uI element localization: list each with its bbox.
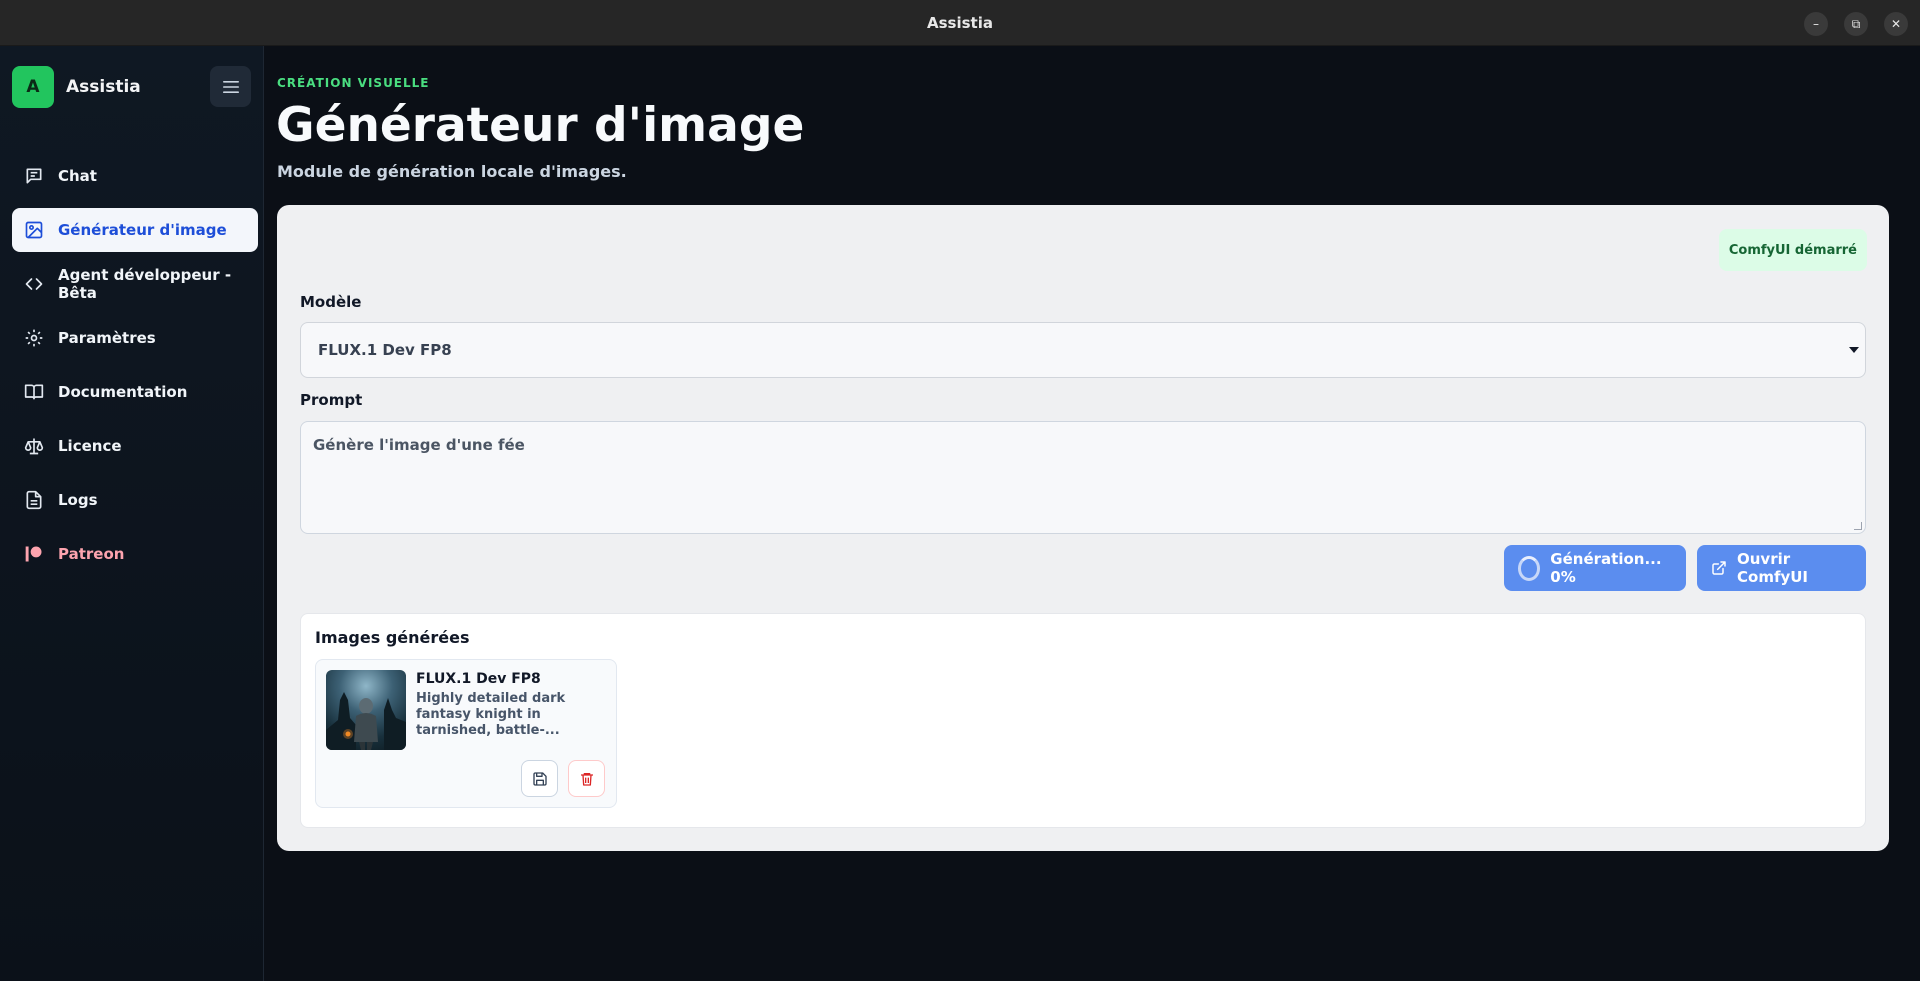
model-select[interactable]: FLUX.1 Dev FP8: [300, 322, 1866, 378]
prompt-value: Génère l'image d'une fée: [313, 436, 525, 454]
model-select-value: FLUX.1 Dev FP8: [318, 341, 452, 359]
prompt-label: Prompt: [300, 391, 363, 409]
sidebar-item-label: Patreon: [58, 545, 125, 563]
brand-name: Assistia: [66, 77, 141, 97]
minimize-button[interactable]: –: [1804, 12, 1828, 36]
page-title: Générateur d'image: [276, 98, 805, 153]
patreon-icon: [24, 544, 44, 564]
save-image-button[interactable]: [521, 760, 558, 797]
status-badge: ComfyUI démarré: [1718, 229, 1867, 271]
sidebar-item-label: Générateur d'image: [58, 221, 227, 239]
avatar: A: [12, 66, 54, 108]
book-icon: [24, 382, 44, 402]
resize-handle[interactable]: [1854, 522, 1862, 530]
delete-image-button[interactable]: [568, 760, 605, 797]
generator-panel: ComfyUI démarré Modèle FLUX.1 Dev FP8 Pr…: [277, 205, 1889, 851]
code-icon: [24, 274, 44, 294]
model-label: Modèle: [300, 293, 362, 311]
open-comfyui-button[interactable]: Ouvrir ComfyUI: [1697, 545, 1866, 591]
window-title: Assistia: [927, 13, 993, 32]
open-comfyui-label: Ouvrir ComfyUI: [1737, 550, 1809, 586]
gear-icon: [24, 328, 44, 348]
sidebar-item-license[interactable]: Licence: [12, 424, 258, 468]
file-icon: [24, 490, 44, 510]
close-button[interactable]: ✕: [1884, 12, 1908, 36]
external-link-icon: [1712, 561, 1726, 575]
window-titlebar: Assistia – ⧉ ✕: [0, 0, 1920, 46]
sidebar-item-label: Logs: [58, 491, 98, 509]
sidebar-nav: Chat Générateur d'image Agent développeu…: [12, 154, 258, 586]
image-thumbnail[interactable]: [326, 670, 406, 750]
menu-toggle-button[interactable]: [210, 66, 251, 107]
sidebar: A Assistia Chat Générateur d'image Agent: [0, 46, 264, 981]
sidebar-item-label: Agent développeur - Bêta: [58, 266, 232, 302]
sidebar-item-developer-agent[interactable]: Agent développeur - Bêta: [12, 262, 258, 306]
image-card: FLUX.1 Dev FP8 Highly detailed dark fant…: [315, 659, 617, 808]
save-icon: [532, 771, 547, 786]
sidebar-item-logs[interactable]: Logs: [12, 478, 258, 522]
page-subtitle: Module de génération locale d'images.: [277, 162, 627, 181]
trash-icon: [580, 772, 593, 786]
section-eyebrow: CRÉATION VISUELLE: [277, 76, 430, 90]
sidebar-item-label: Licence: [58, 437, 122, 455]
window-controls: – ⧉ ✕: [1804, 12, 1908, 36]
sidebar-item-image-generator[interactable]: Générateur d'image: [12, 208, 258, 252]
scale-icon: [24, 436, 44, 456]
chevron-down-icon: [1849, 347, 1859, 353]
knight-thumbnail-art: [326, 692, 406, 750]
image-card-model: FLUX.1 Dev FP8: [416, 671, 541, 687]
gallery-title: Images générées: [315, 628, 470, 647]
sidebar-item-chat[interactable]: Chat: [12, 154, 258, 198]
main-content: CRÉATION VISUELLE Générateur d'image Mod…: [265, 46, 1920, 981]
image-card-description: Highly detailed dark fantasy knight in t…: [416, 691, 566, 738]
sidebar-item-settings[interactable]: Paramètres: [12, 316, 258, 360]
prompt-textarea[interactable]: Génère l'image d'une fée: [300, 421, 1866, 534]
sidebar-item-label: Paramètres: [58, 329, 156, 347]
maximize-button[interactable]: ⧉: [1844, 12, 1868, 36]
chat-icon: [24, 166, 44, 186]
generate-button[interactable]: Génération... 0%: [1504, 545, 1686, 591]
sidebar-item-documentation[interactable]: Documentation: [12, 370, 258, 414]
spinner-icon: [1518, 555, 1541, 581]
sidebar-item-label: Chat: [58, 167, 97, 185]
brand: A Assistia: [12, 66, 141, 108]
sidebar-item-patreon[interactable]: Patreon: [12, 532, 258, 576]
hamburger-icon: [222, 80, 239, 93]
generate-button-label: Génération... 0%: [1550, 550, 1662, 586]
generated-images-section: Images générées FLUX.1 Dev FP8 Highly de…: [300, 613, 1866, 828]
image-icon: [24, 220, 44, 240]
sidebar-item-label: Documentation: [58, 383, 188, 401]
